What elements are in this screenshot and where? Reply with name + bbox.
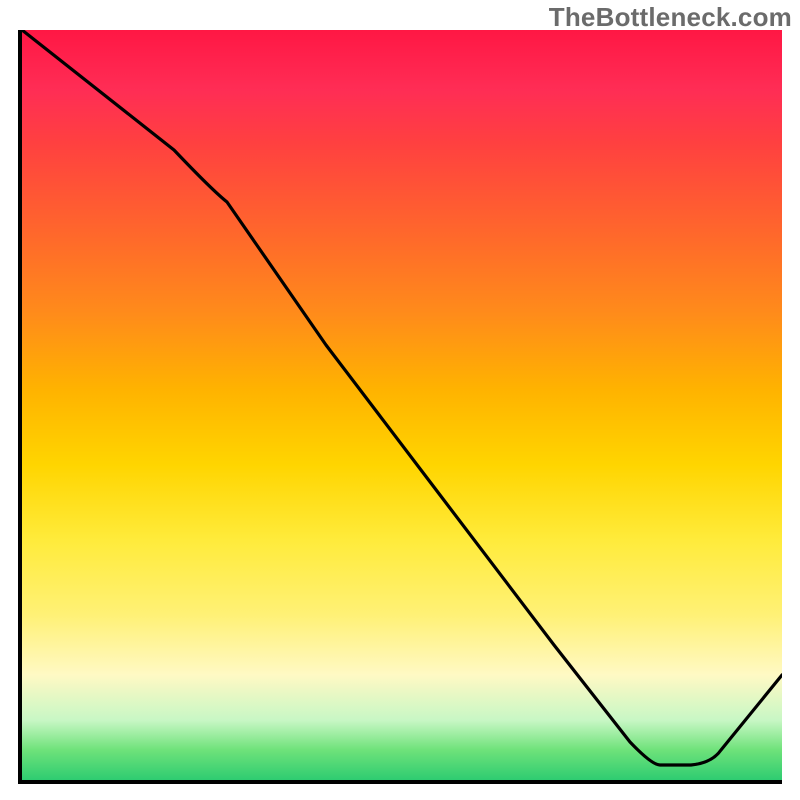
curve-svg (22, 30, 782, 780)
chart-stage: TheBottleneck.com (0, 0, 800, 800)
plot-area (18, 30, 782, 784)
bottleneck-curve (22, 30, 782, 765)
watermark-label: TheBottleneck.com (549, 2, 792, 33)
